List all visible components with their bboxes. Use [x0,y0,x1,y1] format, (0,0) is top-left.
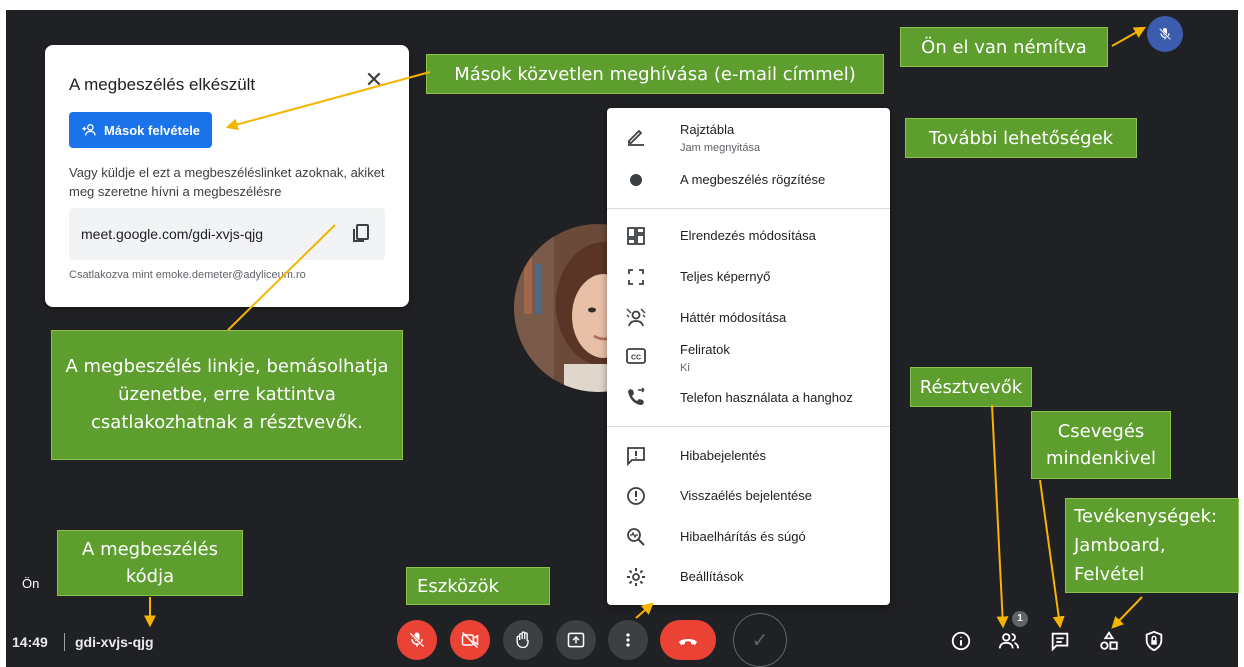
self-tile-label: Ön [22,576,40,591]
clock: 14:49 [12,634,48,650]
meeting-code: gdi-xvjs-qjg [75,634,154,650]
info-icon [951,631,971,651]
menu-item-troubleshoot[interactable]: Hibaelhárítás és súgó [607,517,890,557]
meeting-ready-card: A megbeszélés elkészült ✕ Mások felvétel… [45,45,409,307]
people-button[interactable] [995,627,1023,655]
menu-item-sublabel: Jam megnyitása [680,142,761,154]
present-icon [567,632,585,648]
menu-item-label: Beállítások [680,569,744,584]
meeting-link-box: meet.google.com/gdi-xvjs-qjg [69,208,385,260]
pen-icon [628,129,644,146]
menu-item-label: Rajztábla [680,122,735,137]
menu-item-whiteboard[interactable]: Rajztábla Jam megnyitása [607,116,890,164]
troubleshoot-icon [627,528,645,546]
ready-card-title: A megbeszélés elkészült [69,75,256,94]
check-icon: ✓ [751,629,769,652]
menu-divider [607,208,890,209]
menu-item-report-abuse[interactable]: Visszaélés bejelentése [607,476,890,516]
menu-item-label: Hibaelhárítás és súgó [680,529,806,544]
background-icon [626,308,646,327]
add-person-icon [82,124,96,136]
menu-item-fullscreen[interactable]: Teljes képernyő [607,257,890,297]
fullscreen-icon [628,269,644,285]
muted-indicator [1147,16,1183,52]
camera-button[interactable] [450,620,490,660]
menu-item-label: Visszaélés bejelentése [680,488,813,503]
callout-more-options: További lehetőségek [905,118,1137,158]
callout-link-info: A megbeszélés linkje, bemásolhatja üzene… [51,330,403,460]
call-end-icon [679,639,697,645]
menu-item-label: Telefon használata a hanghoz [680,390,853,405]
camera-off-icon [461,631,479,649]
layout-icon [627,227,645,245]
menu-item-layout[interactable]: Elrendezés módosítása [607,216,890,256]
mic-button[interactable] [397,620,437,660]
participants-count-badge: 1 [1012,611,1028,627]
callout-tools: Eszközök [406,567,550,605]
menu-item-label: A megbeszélés rögzítése [680,172,826,187]
mic-off-icon [409,632,425,648]
mic-off-icon [1158,27,1172,41]
callout-chat: Csevegés mindenkivel [1031,411,1171,479]
menu-item-settings[interactable]: Beállítások [607,557,890,597]
menu-divider [607,426,890,427]
record-icon [630,174,642,186]
menu-item-record[interactable]: A megbeszélés rögzítése [607,160,890,200]
callout-participants: Résztvevők [910,367,1032,407]
add-others-button[interactable]: Mások felvétele [69,112,212,148]
feedback-icon [627,447,645,467]
svg-text:CC: CC [631,355,641,362]
menu-item-label: Hibabejelentés [680,448,767,463]
menu-item-label: Elrendezés módosítása [680,228,816,243]
menu-item-label: Háttér módosítása [680,310,787,325]
more-options-button[interactable] [608,620,648,660]
shield-lock-icon [1145,630,1163,652]
divider [64,633,65,651]
chat-button[interactable] [1046,627,1074,655]
meeting-details-button[interactable] [947,627,975,655]
people-icon [998,633,1020,649]
menu-item-phone-audio[interactable]: Telefon használata a hanghoz [607,378,890,418]
chat-icon [1051,632,1069,652]
copy-icon[interactable] [349,221,373,245]
captions-icon: CC [626,348,646,364]
hand-icon [516,631,529,649]
raise-hand-button[interactable] [503,620,543,660]
settings-icon [627,568,645,586]
add-others-label: Mások felvétele [103,122,201,138]
menu-item-background[interactable]: Háttér módosítása [607,298,890,338]
confirm-button[interactable]: ✓ [733,613,787,667]
callout-muted: Ön el van némítva [900,27,1108,67]
host-controls-button[interactable] [1140,627,1168,655]
callout-invite: Mások közvetlen meghívása (e-mail címmel… [426,54,884,94]
joined-as-text: Csatlakozva mint emoke.demeter@adyliceum… [69,269,306,281]
more-options-menu: Rajztábla Jam megnyitása A megbeszélés r… [607,108,890,605]
page: A megbeszélés elkészült ✕ Mások felvétel… [0,0,1244,667]
phone-icon [628,387,645,405]
callout-code: A megbeszélés kódja [57,530,243,596]
menu-item-captions[interactable]: CC Feliratok Ki [607,336,890,382]
menu-item-label: Teljes képernyő [680,269,771,284]
ready-card-description: Vagy küldje el ezt a megbeszéléslinket a… [69,165,385,199]
report-icon [627,487,645,505]
menu-item-label: Feliratok [680,342,730,357]
more-vert-icon [626,633,630,647]
activities-icon [1100,631,1118,650]
close-icon[interactable]: ✕ [363,69,385,91]
menu-item-sublabel: Ki [680,362,690,374]
meeting-link[interactable]: meet.google.com/gdi-xvjs-qjg [81,226,263,242]
leave-call-button[interactable] [660,620,716,660]
callout-activities: Tevékenységek: Jamboard, Felvétel [1065,498,1239,593]
present-button[interactable] [556,620,596,660]
activities-button[interactable] [1095,627,1123,655]
menu-item-feedback[interactable]: Hibabejelentés [607,436,890,476]
